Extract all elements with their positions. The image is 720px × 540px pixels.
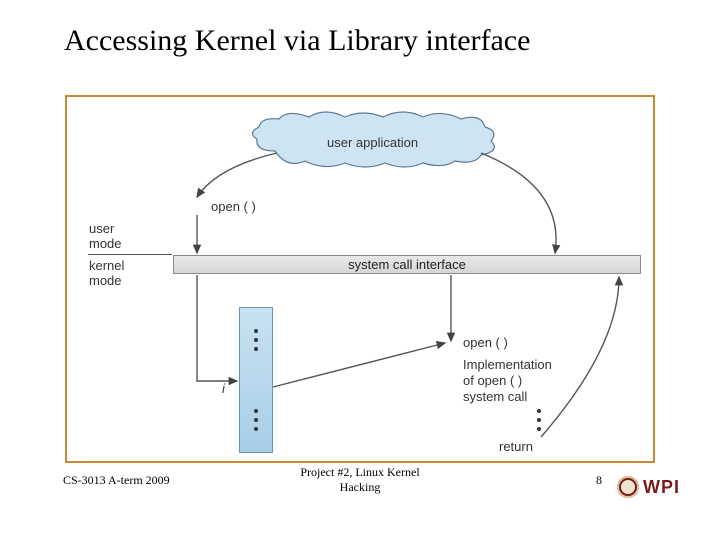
footer-title: Project #2, Linux Kernel Hacking — [0, 465, 720, 495]
diagram-frame: user application open ( ) user mode kern… — [65, 95, 655, 463]
mode-divider — [88, 254, 172, 255]
dots-upper — [254, 329, 258, 351]
slide-title: Accessing Kernel via Library interface — [64, 24, 530, 58]
system-call-interface-box: system call interface — [173, 255, 641, 274]
open-call-bottom: open ( ) — [463, 335, 508, 350]
implementation-label: Implementation of open ( ) system call — [463, 357, 552, 405]
index-label: i — [222, 381, 225, 396]
wpi-logo: WPI — [617, 476, 680, 498]
return-label: return — [499, 439, 533, 454]
wpi-logo-text: WPI — [643, 477, 680, 498]
wpi-seal-icon — [617, 476, 639, 498]
sci-label: system call interface — [348, 257, 466, 272]
open-call-top: open ( ) — [211, 199, 256, 214]
slide: Accessing Kernel via Library interface u… — [0, 0, 720, 540]
dots-lower — [254, 409, 258, 431]
kernel-mode-label: kernel mode — [89, 258, 124, 288]
dots-return — [537, 409, 541, 431]
diagram: user application open ( ) user mode kern… — [67, 97, 653, 461]
page-number: 8 — [596, 473, 602, 488]
cloud-label: user application — [327, 135, 418, 150]
user-mode-label: user mode — [89, 221, 122, 251]
